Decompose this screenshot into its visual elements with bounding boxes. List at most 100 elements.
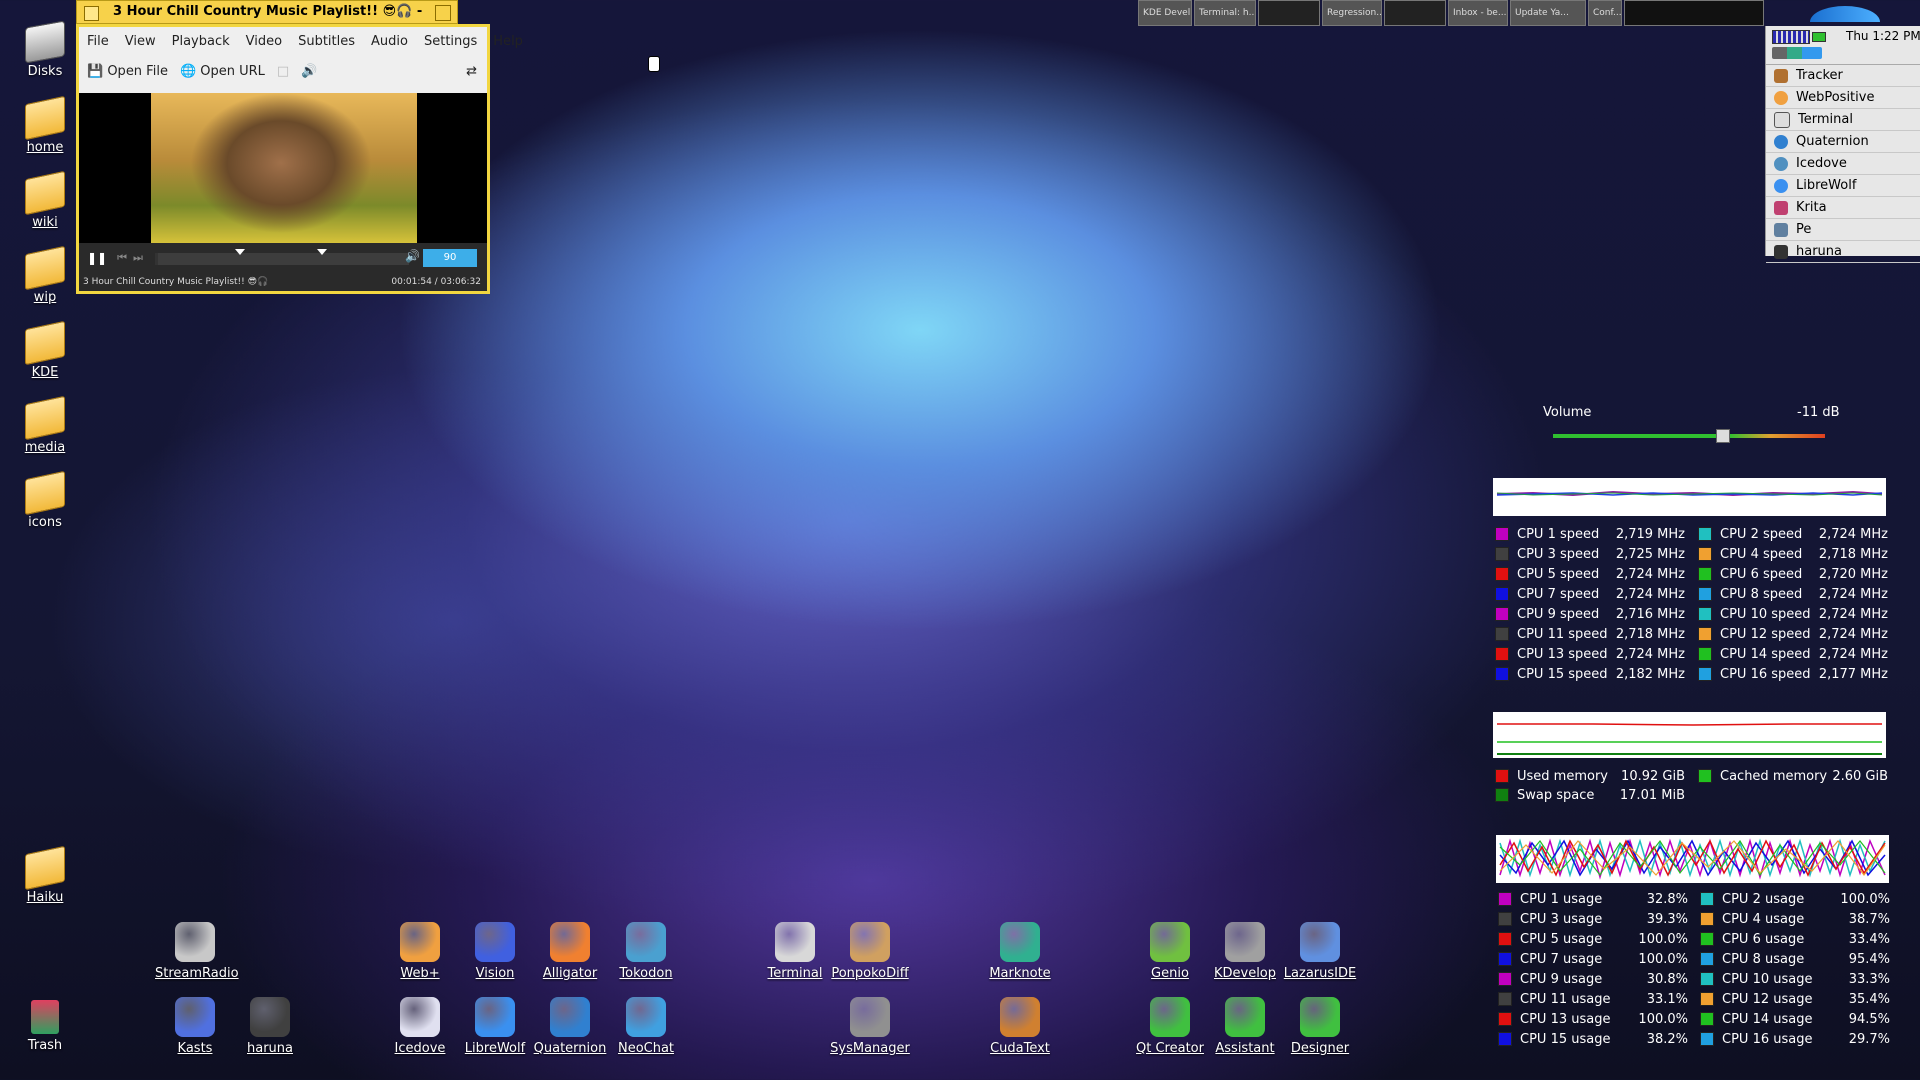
app-terminal[interactable]: Terminal [755, 922, 835, 981]
task-button[interactable]: Update Ya... [1510, 0, 1586, 26]
app-label: PonpokoDiff [831, 966, 909, 981]
desktop-icon-media[interactable]: media [10, 395, 80, 455]
deskbar-item-haruna[interactable]: haruna [1766, 241, 1920, 263]
desktop-icon-icons[interactable]: icons [10, 470, 80, 530]
leaf-logo-icon [1810, 6, 1880, 22]
menu-file[interactable]: File [79, 34, 117, 49]
legend-item: CPU 3 speed 2,725 MHz [1495, 544, 1685, 564]
legend-swatch [1495, 527, 1509, 541]
app-qt-creator[interactable]: Qt Creator [1130, 997, 1210, 1056]
task-button[interactable] [1624, 0, 1764, 26]
mute-icon[interactable]: 🔊 [405, 249, 420, 263]
app-neochat[interactable]: NeoChat [606, 997, 686, 1056]
deskbar-item-icedove[interactable]: Icedove [1766, 153, 1920, 175]
task-button[interactable] [1384, 0, 1446, 26]
menu-playback[interactable]: Playback [164, 34, 238, 49]
legend-swatch [1498, 892, 1512, 906]
task-button[interactable]: Inbox - be... [1448, 0, 1508, 26]
deskbar-item-krita[interactable]: Krita [1766, 197, 1920, 219]
assistant-icon [1225, 997, 1265, 1037]
legend-label: CPU 11 usage [1520, 991, 1611, 1007]
app-vision[interactable]: Vision [455, 922, 535, 981]
app-ponpokodiff[interactable]: PonpokoDiff [830, 922, 910, 981]
close-box-icon[interactable] [84, 6, 99, 21]
pause-icon[interactable]: ❚❚ [87, 251, 107, 265]
subtitle-icon[interactable]: □ [277, 64, 289, 79]
desktop-icon-wiki[interactable]: wiki [10, 170, 80, 230]
volume-track[interactable] [1553, 434, 1825, 438]
task-button[interactable]: Regression... [1322, 0, 1382, 26]
zoom-box-icon[interactable] [435, 5, 451, 21]
seek-bar[interactable] [155, 249, 409, 265]
app-designer[interactable]: Designer [1280, 997, 1360, 1056]
volume-label: Volume [1543, 405, 1592, 420]
desktop-icon-home[interactable]: home [10, 95, 80, 155]
legend-label: CPU 10 speed [1720, 606, 1811, 622]
volume-slider[interactable]: 90 [423, 249, 477, 267]
legend-item: CPU 4 usage 38.7% [1700, 909, 1890, 929]
legend-value: 30.8% [1646, 971, 1688, 987]
desktop-icon-trash[interactable]: Trash [10, 1000, 80, 1053]
volume-thumb[interactable] [1716, 429, 1730, 443]
neochat-icon [626, 997, 666, 1037]
app-alligator[interactable]: Alligator [530, 922, 610, 981]
next-icon[interactable]: ⏭ [133, 251, 143, 265]
legend-value: 100.0% [1638, 931, 1688, 947]
app-cudatext[interactable]: CudaText [980, 997, 1060, 1056]
desktop-icon-wip[interactable]: wip [10, 245, 80, 305]
menu-view[interactable]: View [117, 34, 164, 49]
legend-label: CPU 5 usage [1520, 931, 1603, 947]
app-tokodon[interactable]: Tokodon [606, 922, 686, 981]
desktop-icon-kde[interactable]: KDE [10, 320, 80, 380]
task-button[interactable] [1258, 0, 1320, 26]
app-label: Marknote [989, 966, 1051, 981]
clock[interactable]: Thu 1:22 PM [1846, 29, 1920, 43]
app-kasts[interactable]: Kasts [155, 997, 235, 1056]
haruna-title-tab[interactable]: 3 Hour Chill Country Music Playlist!! 😎🎧… [76, 0, 458, 41]
app-lazaruside[interactable]: LazarusIDE [1280, 922, 1360, 981]
deskbar-item-pe[interactable]: Pe [1766, 219, 1920, 241]
desktop-icon-disks[interactable]: Disks [10, 20, 80, 79]
settings-sliders-icon[interactable]: ⇄ [466, 64, 477, 79]
deskbar-item-webpositive[interactable]: WebPositive [1766, 87, 1920, 109]
app-label: Kasts [177, 1041, 213, 1056]
deskbar-item-tracker[interactable]: Tracker [1766, 65, 1920, 87]
menu-audio[interactable]: Audio [363, 34, 416, 49]
quaternion-icon [550, 997, 590, 1037]
menu-settings[interactable]: Settings [416, 34, 485, 49]
audio-icon[interactable]: 🔊 [301, 64, 317, 79]
legend-label: CPU 6 speed [1720, 566, 1803, 582]
cpu-usage-graph-plot [1499, 838, 1886, 880]
app-haruna[interactable]: haruna [230, 997, 310, 1056]
task-button[interactable]: KDE Devel... [1138, 0, 1192, 26]
open-file-button[interactable]: 💾 Open File [87, 64, 168, 79]
app-genio[interactable]: Genio [1130, 922, 1210, 981]
app-kdevelop[interactable]: KDevelop [1205, 922, 1285, 981]
legend-value: 33.3% [1848, 971, 1890, 987]
app-web-[interactable]: Web+ [380, 922, 460, 981]
menu-help[interactable]: Help [485, 34, 531, 49]
legend-item: CPU 2 speed 2,724 MHz [1698, 524, 1888, 544]
video-area[interactable] [79, 93, 487, 243]
deskbar-item-librewolf[interactable]: LibreWolf [1766, 175, 1920, 197]
desktop-icon-haiku[interactable]: Haiku [10, 845, 80, 905]
app-marknote[interactable]: Marknote [980, 922, 1060, 981]
deskbar-item-quaternion[interactable]: Quaternion [1766, 131, 1920, 153]
legend-value: 29.7% [1848, 1031, 1890, 1047]
app-assistant[interactable]: Assistant [1205, 997, 1285, 1056]
app-quaternion[interactable]: Quaternion [530, 997, 610, 1056]
app-librewolf[interactable]: LibreWolf [455, 997, 535, 1056]
legend-item: CPU 15 speed 2,182 MHz [1495, 664, 1685, 684]
app-sysmanager[interactable]: SysManager [830, 997, 910, 1056]
open-url-button[interactable]: 🌐 Open URL [180, 64, 265, 79]
task-button[interactable]: Conf... [1588, 0, 1622, 26]
menu-video[interactable]: Video [238, 34, 290, 49]
task-button[interactable]: Terminal: h... [1194, 0, 1256, 26]
previous-icon[interactable]: ⏮ [117, 251, 127, 265]
menu-subtitles[interactable]: Subtitles [290, 34, 363, 49]
deskbar-item-terminal[interactable]: Terminal [1766, 109, 1920, 131]
app-streamradio[interactable]: StreamRadio [155, 922, 239, 981]
globe-icon: 🌐 [179, 63, 197, 79]
app-icedove[interactable]: Icedove [380, 997, 460, 1056]
webpositive-icon [1774, 90, 1788, 105]
